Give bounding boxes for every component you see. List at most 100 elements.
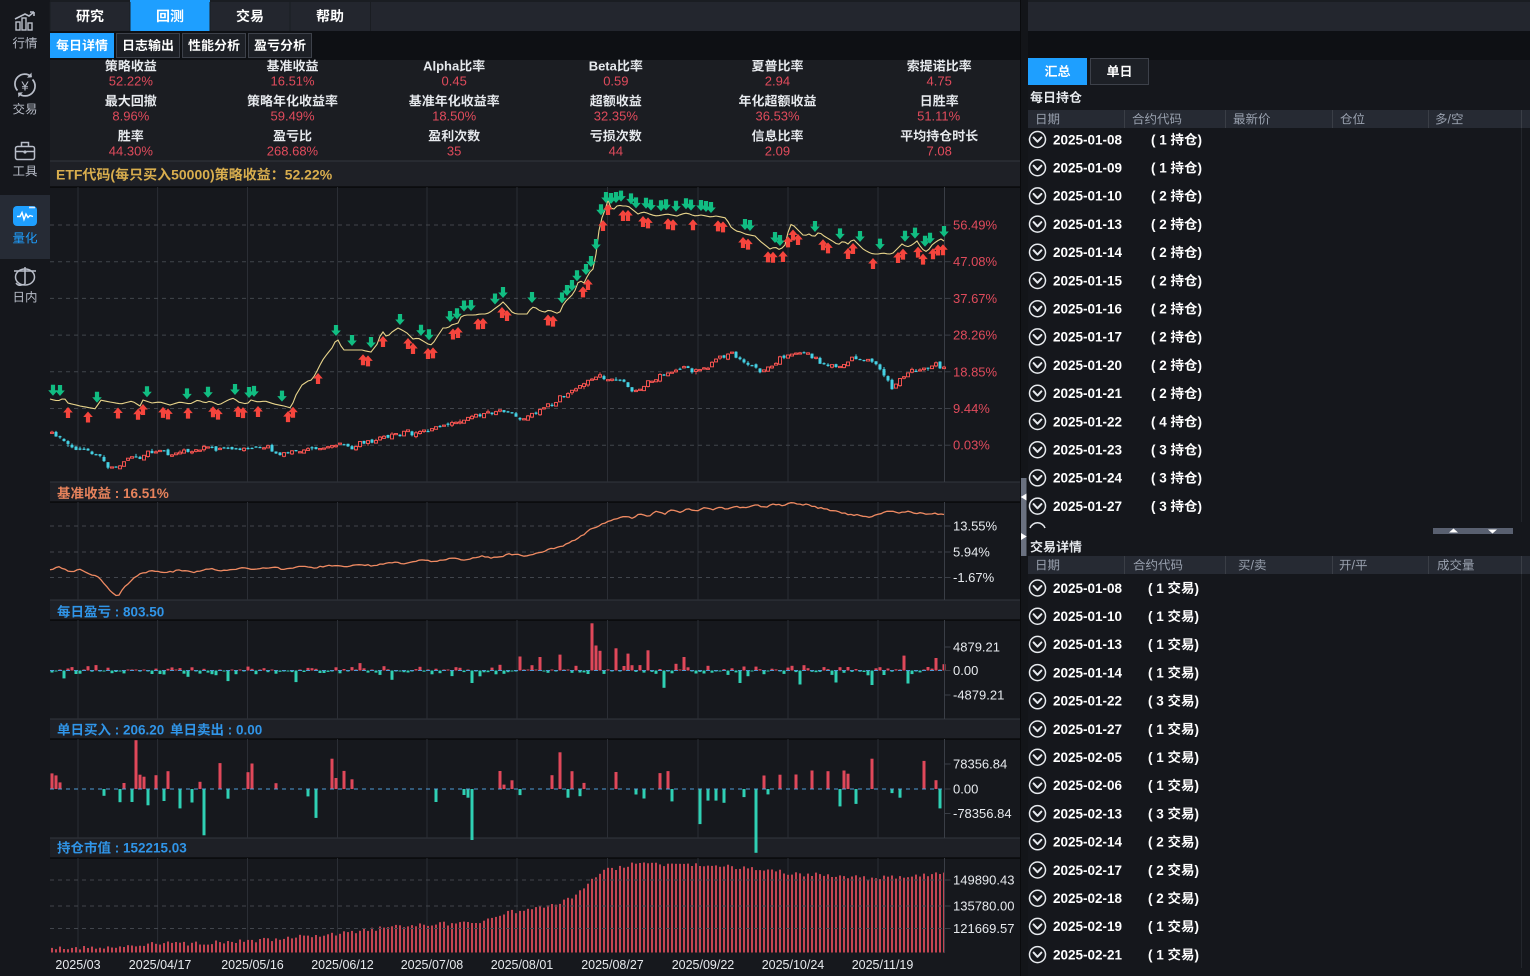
svg-text:( 2: ( 2 [1151,386,1171,401]
svg-text:( 2: ( 2 [1151,217,1171,232]
svg-text:18.85%: 18.85% [953,364,998,379]
svg-text:2025-01-15: 2025-01-15 [1053,273,1123,288]
svg-text:2025-01-22: 2025-01-22 [1053,414,1122,429]
svg-text:: 803.50: : 803.50 [111,605,164,620]
svg-text:): ) [1195,947,1200,962]
svg-text:): ) [1195,863,1200,878]
svg-text:78356.84: 78356.84 [953,757,1007,772]
svg-text:16.51%: 16.51% [271,74,316,89]
svg-text:( 1: ( 1 [1148,722,1168,737]
svg-text:2025-01-08: 2025-01-08 [1053,581,1123,596]
svg-text:2025-01-21: 2025-01-21 [1053,386,1123,401]
svg-text:2025/11/19: 2025/11/19 [852,958,914,972]
svg-text:( 1: ( 1 [1148,750,1168,765]
svg-text:51.11%: 51.11% [917,109,961,124]
svg-text:): ) [1198,132,1203,147]
svg-text:121669.57: 121669.57 [953,921,1014,936]
svg-text:( 3: ( 3 [1151,499,1171,514]
svg-text:135780.00: 135780.00 [953,899,1014,914]
svg-text:): ) [1198,330,1203,345]
svg-text:): ) [1195,919,1200,934]
svg-text:2025/07/08: 2025/07/08 [401,958,464,972]
svg-text:44.30%: 44.30% [109,144,154,159]
svg-text:-4879.21: -4879.21 [953,688,1004,703]
svg-text:( 2: ( 2 [1151,273,1171,288]
svg-text:2025-01-14: 2025-01-14 [1053,665,1123,680]
svg-text:2025-01-20: 2025-01-20 [1053,358,1122,373]
svg-text:): ) [1198,161,1203,176]
svg-text:2025-02-17: 2025-02-17 [1053,863,1122,878]
svg-text:2025/04/17: 2025/04/17 [129,958,192,972]
svg-text:( 3: ( 3 [1148,694,1168,709]
svg-text:35: 35 [447,144,461,159]
svg-text:: 16.51%: : 16.51% [111,486,169,501]
svg-text:2025/10/24: 2025/10/24 [762,958,825,972]
svg-text:0.59: 0.59 [603,74,628,89]
svg-text:): ) [1195,637,1200,652]
svg-text:149890.43: 149890.43 [953,873,1014,888]
svg-text:8.96%: 8.96% [112,109,149,124]
svg-text:( 2: ( 2 [1151,302,1171,317]
svg-text:2025-01-23: 2025-01-23 [1053,443,1123,458]
svg-text:52.22%: 52.22% [109,74,154,89]
svg-text:4879.21: 4879.21 [953,640,1000,655]
svg-text:): ) [1195,581,1200,596]
svg-text:47.08%: 47.08% [953,254,998,269]
svg-text:2025-02-13: 2025-02-13 [1053,806,1123,821]
svg-text:59.49%: 59.49% [271,109,316,124]
svg-text:): ) [1198,245,1203,260]
svg-text:268.68%: 268.68% [267,144,319,159]
svg-text:5.94%: 5.94% [953,545,990,560]
svg-text:9.44%: 9.44% [953,401,990,416]
svg-text:ETF: ETF [56,167,83,183]
svg-text:: 152215.03: : 152215.03 [111,841,187,856]
svg-text:): ) [1198,189,1203,204]
svg-text:56.49%: 56.49% [953,218,998,233]
svg-text:( 4: ( 4 [1151,414,1171,429]
svg-text:( 1: ( 1 [1151,132,1171,147]
svg-text:/: / [1251,559,1255,573]
svg-text:52.22%: 52.22% [285,167,333,183]
svg-text:2025/08/27: 2025/08/27 [581,958,644,972]
svg-text:2025-01-13: 2025-01-13 [1053,217,1123,232]
svg-text:-1.67%: -1.67% [953,570,995,585]
svg-text:): ) [1195,722,1200,737]
svg-text:2025-01-17: 2025-01-17 [1053,330,1122,345]
svg-text:): ) [1195,891,1200,906]
svg-text:28.26%: 28.26% [953,328,998,343]
svg-text:( 3: ( 3 [1151,443,1171,458]
svg-text:( 2: ( 2 [1151,245,1171,260]
svg-text:): ) [1195,778,1200,793]
svg-text:4.75: 4.75 [927,74,952,89]
svg-text:): ) [1198,499,1203,514]
svg-text:2025-01-22: 2025-01-22 [1053,694,1122,709]
svg-text:2025-02-06: 2025-02-06 [1053,778,1123,793]
svg-text:): ) [1198,471,1203,486]
svg-text:13.55%: 13.55% [953,519,998,534]
svg-text:( 2: ( 2 [1151,330,1171,345]
svg-text:2.09: 2.09 [765,144,790,159]
svg-text:0.03%: 0.03% [953,438,990,453]
svg-text:2025-02-14: 2025-02-14 [1053,835,1123,850]
svg-text:): ) [1198,302,1203,317]
svg-text:7.08: 7.08 [927,144,952,159]
svg-text:( 2: ( 2 [1151,358,1171,373]
svg-text:2025-01-16: 2025-01-16 [1053,302,1123,317]
svg-text:2025-01-24: 2025-01-24 [1053,471,1123,486]
svg-text:): ) [1195,609,1200,624]
svg-text:): ) [1195,750,1200,765]
svg-text:/: / [1448,113,1452,127]
svg-text:): ) [1198,273,1203,288]
svg-text:2025/06/12: 2025/06/12 [311,958,374,972]
svg-text:32.35%: 32.35% [594,109,639,124]
svg-text:): ) [1198,414,1203,429]
svg-text:2025/05/16: 2025/05/16 [221,958,284,972]
svg-text:): ) [1195,665,1200,680]
svg-text:50000): 50000) [171,167,215,183]
svg-text:): ) [1198,217,1203,232]
svg-text:0.45: 0.45 [442,74,467,89]
svg-text:( 2: ( 2 [1148,835,1168,850]
svg-text:( 1: ( 1 [1148,609,1168,624]
svg-text:Beta: Beta [589,59,618,74]
svg-text:37.67%: 37.67% [953,291,998,306]
